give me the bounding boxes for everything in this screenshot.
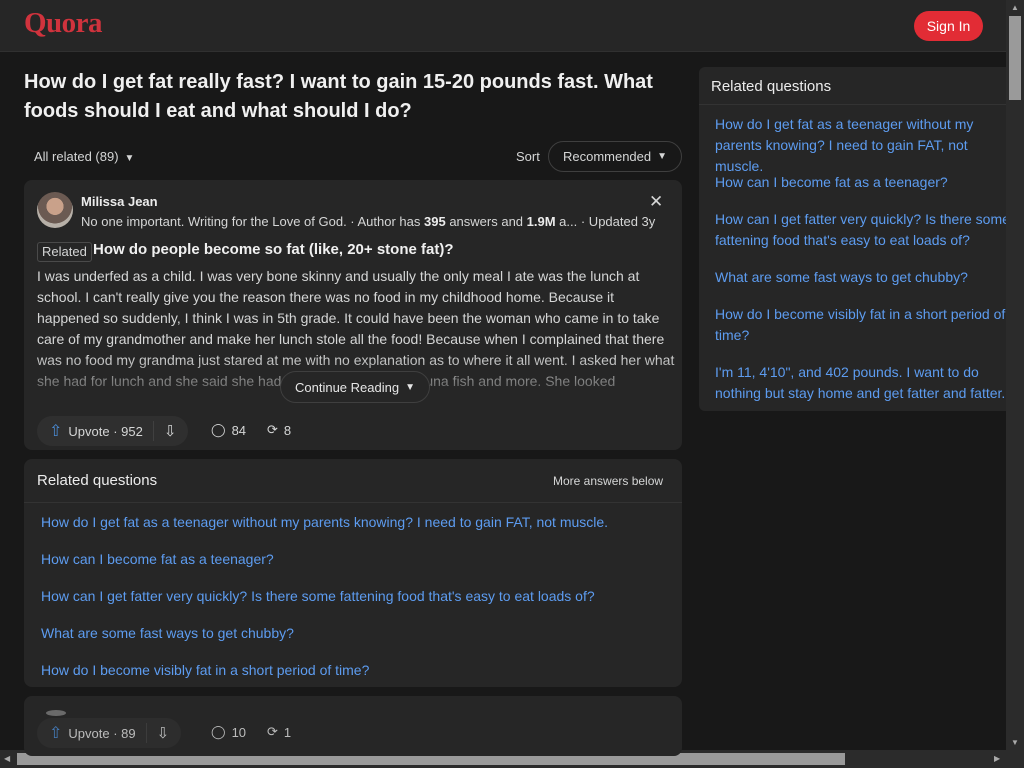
share-count: 1	[283, 724, 292, 740]
chevron-down-icon: ▼	[124, 153, 135, 164]
comment-count: 84	[231, 422, 247, 438]
answer-actions: ⇧ Upvote · 89 ⇩ ◯ 10 ⟳ 1	[37, 718, 677, 748]
comment-button[interactable]: ◯ 10	[211, 724, 246, 740]
scroll-up-icon[interactable]: ▲	[1010, 3, 1020, 12]
share-button[interactable]: ⟳ 1	[267, 724, 291, 740]
upvote-arrow-icon: ⇧	[49, 423, 63, 440]
answer-card: Milissa Jean No one important. Writing f…	[24, 180, 682, 450]
related-link[interactable]: How can I get fatter very quickly? Is th…	[41, 588, 595, 604]
updated-time[interactable]: · Updated 3y	[581, 214, 655, 229]
answer-count: 395	[424, 214, 446, 229]
sidebar-title: Related questions	[711, 78, 832, 95]
vote-pill: ⇧ Upvote · 89 ⇩	[37, 718, 182, 748]
related-link[interactable]: What are some fast ways to get chubby?	[41, 625, 294, 641]
sign-in-button[interactable]: Sign In	[914, 11, 983, 41]
sidebar-related-link[interactable]: How can I get fatter very quickly? Is th…	[715, 209, 1006, 251]
view-count: 1.9M	[526, 214, 556, 229]
credential-text: No one important. Writing for the Love o…	[81, 214, 424, 229]
author-credential: No one important. Writing for the Love o…	[81, 214, 671, 229]
downvote-button[interactable]: ⇩	[147, 724, 182, 742]
related-link[interactable]: How can I become fat as a teenager?	[41, 551, 274, 567]
related-questions-card: Related questions More answers below How…	[24, 459, 682, 687]
comment-button[interactable]: ◯ 84	[211, 422, 246, 438]
vertical-scroll-thumb[interactable]	[1009, 16, 1021, 100]
next-answer-card: ⇧ Upvote · 89 ⇩ ◯ 10 ⟳ 1	[24, 696, 682, 756]
credential-mid: answers and	[445, 214, 527, 229]
more-answers-below: More answers below	[553, 474, 664, 488]
related-question-link[interactable]: How do people become so fat (like, 20+ s…	[93, 241, 453, 258]
sort-label: Sort	[516, 149, 540, 164]
downvote-arrow-icon: ⇩	[163, 423, 177, 440]
share-icon: ⟳	[267, 724, 278, 739]
all-related-label: All related (89)	[34, 149, 119, 164]
credential-suffix: a...	[555, 214, 578, 229]
scroll-down-icon[interactable]: ▼	[1010, 738, 1020, 747]
upvote-label: Upvote · 89	[68, 725, 136, 741]
related-link[interactable]: How do I get fat as a teenager without m…	[41, 514, 608, 530]
vertical-scrollbar[interactable]: ▲ ▼	[1006, 0, 1024, 750]
chevron-down-icon: ▼	[657, 151, 668, 162]
continue-reading-label: Continue Reading	[295, 379, 400, 395]
upvote-button[interactable]: ⇧ Upvote · 952	[37, 421, 153, 441]
related-questions-title: Related questions	[37, 472, 158, 489]
related-questions-sidebar: Related questions How do I get fat as a …	[699, 67, 1006, 411]
sort-value: Recommended	[562, 149, 652, 164]
share-button[interactable]: ⟳ 8	[267, 422, 291, 438]
avatar[interactable]	[46, 710, 66, 716]
share-count: 8	[283, 422, 292, 438]
answer-actions: ⇧ Upvote · 952 ⇩ ◯ 84 ⟳ 8	[37, 416, 677, 446]
sidebar-related-link[interactable]: How do I get fat as a teenager without m…	[715, 114, 1006, 177]
related-link[interactable]: How do I become visibly fat in a short p…	[41, 662, 369, 678]
upvote-button[interactable]: ⇧ Upvote · 89	[37, 723, 146, 743]
author-name[interactable]: Milissa Jean	[81, 194, 158, 209]
upvote-arrow-icon: ⇧	[49, 725, 63, 742]
comment-count: 10	[231, 724, 247, 740]
quora-logo[interactable]: Quora	[24, 7, 103, 40]
continue-reading-button[interactable]: Continue Reading ▼	[280, 371, 430, 403]
sidebar-related-link[interactable]: How do I become visibly fat in a short p…	[715, 304, 1006, 346]
top-bar: Quora Sign In	[0, 0, 1006, 52]
all-related-dropdown[interactable]: All related (89) ▼	[34, 149, 134, 164]
question-title: How do I get fat really fast? I want to …	[24, 71, 653, 122]
comment-icon: ◯	[211, 422, 226, 437]
comment-icon: ◯	[211, 724, 226, 739]
downvote-button[interactable]: ⇩	[154, 422, 189, 440]
filter-row: All related (89) ▼ Sort Recommended ▼	[24, 141, 682, 172]
sidebar-related-link[interactable]: How can I become fat as a teenager?	[715, 172, 1006, 193]
close-icon[interactable]: ✕	[649, 192, 663, 212]
share-icon: ⟳	[267, 422, 278, 437]
vote-pill: ⇧ Upvote · 952 ⇩	[37, 416, 189, 446]
sidebar-related-link[interactable]: What are some fast ways to get chubby?	[715, 267, 1006, 288]
sidebar-related-link[interactable]: I'm 11, 4'10", and 402 pounds. I want to…	[715, 362, 1006, 404]
scroll-left-icon[interactable]: ◀	[4, 754, 10, 763]
divider	[699, 104, 1006, 105]
sort-dropdown[interactable]: Recommended ▼	[548, 141, 682, 172]
upvote-label: Upvote · 952	[68, 423, 143, 439]
scrollbar-corner	[1006, 750, 1024, 768]
related-badge: Related	[37, 242, 92, 262]
avatar[interactable]	[37, 192, 73, 228]
divider	[24, 502, 682, 503]
downvote-arrow-icon: ⇩	[156, 725, 170, 742]
chevron-down-icon: ▼	[405, 381, 415, 393]
scroll-right-icon[interactable]: ▶	[994, 754, 1000, 763]
